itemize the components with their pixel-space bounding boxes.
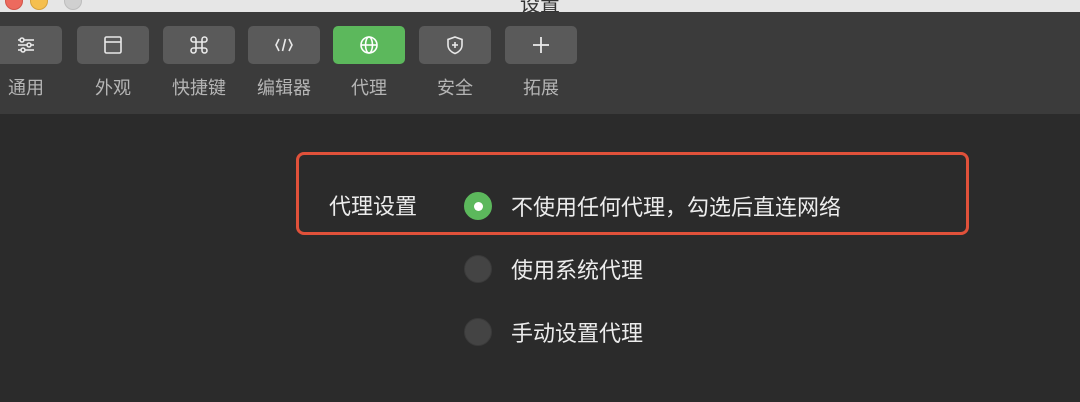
proxy-settings-panel: 代理设置 不使用任何代理，勾选后直连网络 使用系统代理 手动设置代理 xyxy=(0,114,1080,402)
tab-proxy-label: 代理 xyxy=(351,78,387,99)
tab-security[interactable]: 安全 xyxy=(419,26,491,100)
tab-security-label: 安全 xyxy=(437,78,473,99)
tab-general-button[interactable] xyxy=(0,26,62,64)
tab-editor[interactable]: 编辑器 xyxy=(248,26,320,100)
radio-button[interactable] xyxy=(464,255,492,283)
radio-button[interactable] xyxy=(464,318,492,346)
code-icon xyxy=(275,38,293,52)
command-icon xyxy=(190,36,208,54)
proxy-option-none[interactable]: 不使用任何代理，勾选后直连网络 xyxy=(464,190,841,222)
window-title: 设置 xyxy=(520,0,560,12)
window-icon xyxy=(104,36,122,54)
tab-general[interactable]: 通用 xyxy=(0,26,62,100)
proxy-option-manual[interactable]: 手动设置代理 xyxy=(464,316,643,348)
tab-shortcuts[interactable]: 快捷键 xyxy=(163,26,235,100)
tab-general-label: 通用 xyxy=(8,78,44,99)
proxy-option-none-label: 不使用任何代理，勾选后直连网络 xyxy=(511,196,842,221)
proxy-option-manual-label: 手动设置代理 xyxy=(511,322,644,347)
globe-icon xyxy=(360,36,378,54)
tab-proxy[interactable]: 代理 xyxy=(333,26,405,100)
radio-button-checked[interactable] xyxy=(464,192,492,220)
sliders-icon xyxy=(18,37,34,53)
tab-editor-label: 编辑器 xyxy=(257,78,311,99)
tab-security-button[interactable] xyxy=(419,26,491,64)
tab-proxy-button[interactable] xyxy=(333,26,405,64)
tab-appearance-button[interactable] xyxy=(77,26,149,64)
tab-extensions-button[interactable] xyxy=(505,26,577,64)
tab-extensions-label: 拓展 xyxy=(523,78,559,99)
settings-window: 设置 通用 外观 快捷键 编辑器 代理 安全 拓展 代理设置 不使用任何代理，勾… xyxy=(0,0,1080,402)
tab-editor-button[interactable] xyxy=(248,26,320,64)
tab-extensions[interactable]: 拓展 xyxy=(505,26,577,100)
proxy-settings-label: 代理设置 xyxy=(329,195,418,220)
tab-shortcuts-button[interactable] xyxy=(163,26,235,64)
shield-icon xyxy=(447,36,463,55)
plus-icon xyxy=(533,37,549,53)
proxy-option-system[interactable]: 使用系统代理 xyxy=(464,253,643,285)
tab-appearance-label: 外观 xyxy=(95,78,131,99)
title-bar: 设置 xyxy=(0,0,1080,12)
preferences-toolbar: 通用 外观 快捷键 编辑器 代理 安全 拓展 xyxy=(0,12,1080,114)
tab-shortcuts-label: 快捷键 xyxy=(172,78,226,99)
proxy-option-system-label: 使用系统代理 xyxy=(511,259,644,284)
tab-appearance[interactable]: 外观 xyxy=(77,26,149,100)
